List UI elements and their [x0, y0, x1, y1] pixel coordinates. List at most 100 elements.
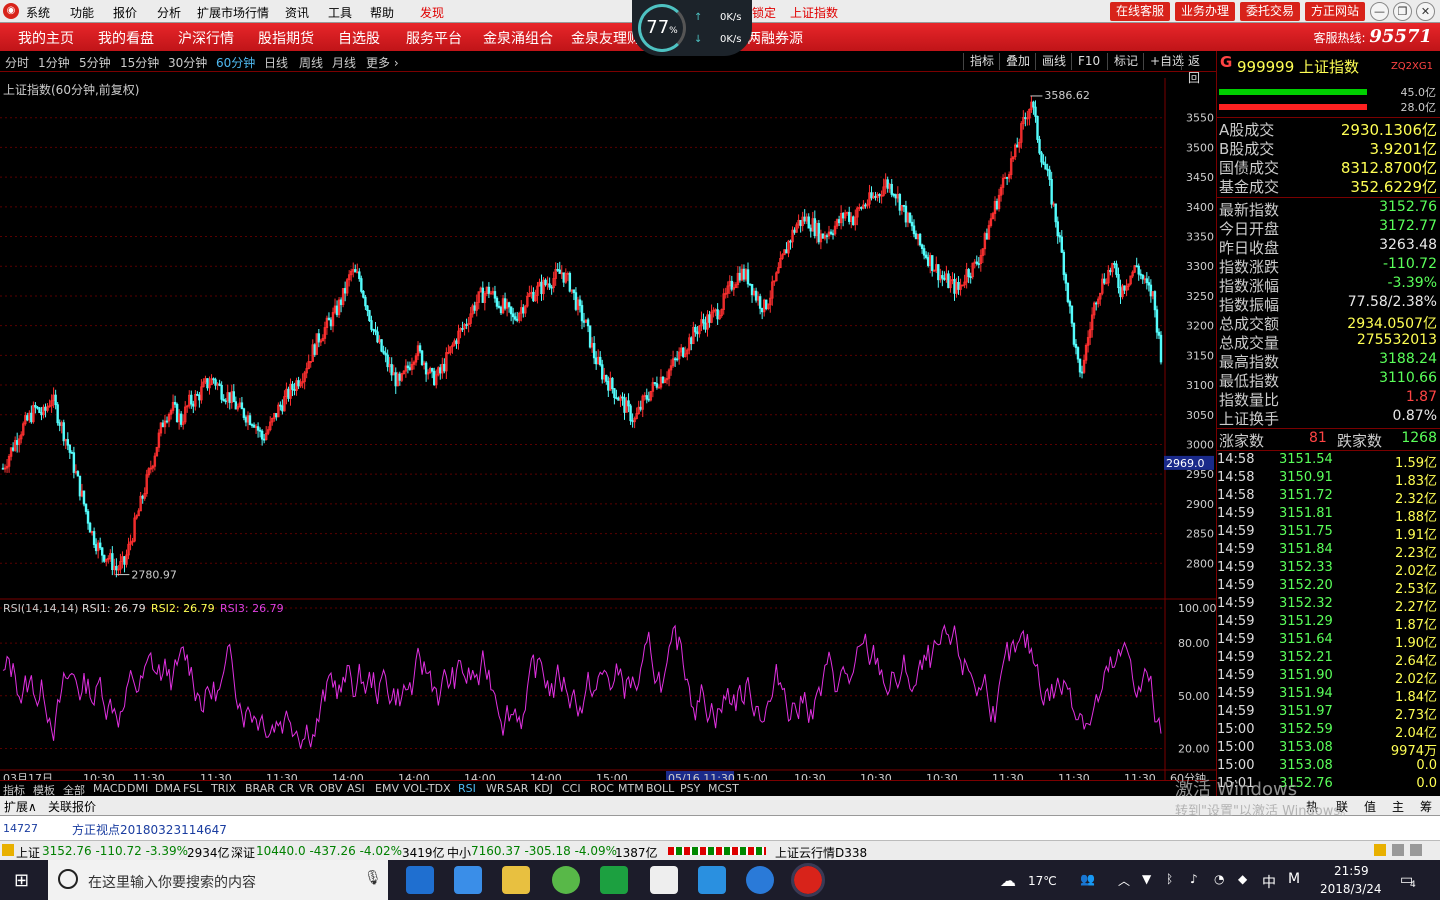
edge-icon[interactable] [406, 866, 434, 894]
tab-value[interactable]: 值 [1364, 798, 1376, 815]
indicator-trix[interactable]: TRIX [211, 782, 236, 795]
tool-mark[interactable]: 标记 [1107, 53, 1144, 70]
nav-service[interactable]: 服务平台 [406, 28, 462, 48]
indicator-cr[interactable]: CR [279, 782, 294, 795]
tick-row[interactable]: 14:59 3151.90 2.02亿 [1217, 668, 1439, 687]
indicator-fsl[interactable]: FSL [183, 782, 202, 795]
tab-chips[interactable]: 筹 [1420, 798, 1432, 815]
clock-date[interactable]: 2018/3/24 [1320, 882, 1382, 896]
tab-main[interactable]: 主 [1392, 798, 1404, 815]
status-icon-2[interactable] [1392, 844, 1404, 856]
status-icon-1[interactable] [1374, 844, 1386, 856]
indicator-dmi[interactable]: DMI [127, 782, 148, 795]
menu-system[interactable]: 系统 [26, 4, 50, 21]
tick-row[interactable]: 14:58 3151.72 2.32亿 [1217, 488, 1439, 507]
menu-function[interactable]: 功能 [70, 4, 94, 21]
security-icon[interactable]: ◆ [1238, 872, 1247, 886]
news-ticker[interactable]: 14727 方正视点20180323114647 [0, 816, 1440, 840]
menu-quote[interactable]: 报价 [113, 4, 137, 21]
app-icon-grid[interactable] [600, 866, 628, 894]
menu-extended-market[interactable]: 扩展市场行情 [197, 4, 269, 21]
ime-indicator[interactable]: 中 [1262, 872, 1276, 892]
sh-index[interactable]: 3152.76 -110.72 -3.39% [42, 844, 188, 858]
period-more[interactable]: 更多 › [366, 54, 399, 71]
ie-icon[interactable] [746, 866, 774, 894]
menu-help[interactable]: 帮助 [370, 4, 394, 21]
tab-related-quotes[interactable]: 关联报价 [48, 798, 96, 815]
network-icon[interactable]: ◔ [1214, 872, 1224, 886]
app-icon-green[interactable] [552, 866, 580, 894]
tool-indicator[interactable]: 指标 [963, 53, 1000, 70]
indicator-vr[interactable]: VR [299, 782, 314, 795]
tick-row[interactable]: 14:59 3151.94 1.84亿 [1217, 686, 1439, 705]
menu-info[interactable]: 资讯 [285, 4, 309, 21]
nav-watch[interactable]: 我的看盘 [98, 28, 154, 48]
microphone-icon[interactable]: 🎙 [364, 870, 382, 886]
trading-app-icon[interactable] [791, 863, 825, 897]
tool-back[interactable]: 返回 [1181, 53, 1216, 85]
indicator-kdj[interactable]: KDJ [534, 782, 553, 795]
shield-icon[interactable]: ▼ [1142, 872, 1151, 886]
tick-row[interactable]: 14:59 3152.21 2.64亿 [1217, 650, 1439, 669]
indicator-voltdx[interactable]: VOL-TDX [403, 782, 451, 795]
period-intraday[interactable]: 分时 [5, 54, 29, 71]
indicator-dma[interactable]: DMA [155, 782, 181, 795]
nav-futures[interactable]: 股指期货 [258, 28, 314, 48]
tick-row[interactable]: 14:59 3151.84 2.23亿 [1217, 542, 1439, 561]
period-15min[interactable]: 15分钟 [120, 54, 159, 71]
period-daily[interactable]: 日线 [264, 54, 288, 71]
business-button[interactable]: 业务办理 [1175, 2, 1235, 21]
weather-icon[interactable]: ☁ [1000, 871, 1016, 890]
nav-margin[interactable]: 两融券源 [747, 28, 803, 48]
taskbar-search[interactable]: 在这里输入你要搜索的内容 🎙 [48, 860, 388, 900]
people-icon[interactable]: 👥 [1080, 872, 1095, 886]
indicator-sar[interactable]: SAR [506, 782, 528, 795]
tick-row[interactable]: 14:59 3151.97 2.73亿 [1217, 704, 1439, 723]
nav-sh-sz-quotes[interactable]: 沪深行情 [178, 28, 234, 48]
explorer-icon[interactable] [502, 866, 530, 894]
tool-overlay[interactable]: 叠加 [999, 53, 1036, 70]
indicator-brar[interactable]: BRAR [245, 782, 275, 795]
indicator-psy[interactable]: PSY [680, 782, 700, 795]
indicator-mcst[interactable]: MCST [708, 782, 739, 795]
period-60min[interactable]: 60分钟 [216, 54, 255, 71]
tick-row[interactable]: 15:00 3153.08 9974万 [1217, 740, 1439, 759]
indicator-roc[interactable]: ROC [590, 782, 614, 795]
period-1min[interactable]: 1分钟 [38, 54, 70, 71]
indicator-rsi[interactable]: RSI [458, 782, 476, 795]
sz-index[interactable]: 10440.0 -437.26 -4.02% [256, 844, 402, 858]
menu-discover[interactable]: 发现 [420, 4, 444, 21]
online-service-button[interactable]: 在线客服 [1110, 2, 1170, 21]
network-speed-widget[interactable]: 77% ↑ 0K/s ↓ 0K/s [632, 0, 752, 56]
nav-watchlist[interactable]: 自选股 [338, 28, 380, 48]
status-icon-3[interactable] [1410, 844, 1422, 856]
store-icon[interactable] [454, 866, 482, 894]
period-monthly[interactable]: 月线 [332, 54, 356, 71]
indicator-emv[interactable]: EMV [375, 782, 399, 795]
minimize-icon[interactable]: — [1370, 2, 1389, 21]
nav-home[interactable]: 我的主页 [18, 28, 74, 48]
weather-temp[interactable]: 17℃ [1028, 874, 1057, 888]
tick-row[interactable]: 14:58 3150.91 1.83亿 [1217, 470, 1439, 489]
tick-row[interactable]: 14:58 3151.54 1.59亿 [1217, 452, 1439, 471]
mail-icon[interactable] [650, 866, 678, 894]
menu-tools[interactable]: 工具 [328, 4, 352, 21]
nav-wealth[interactable]: 金泉友理财 [571, 28, 641, 48]
close-icon[interactable]: ✕ [1416, 2, 1435, 21]
indicator-wr[interactable]: WR [486, 782, 505, 795]
indicator-mtm[interactable]: MTM [618, 782, 644, 795]
indicator-asi[interactable]: ASI [347, 782, 365, 795]
tick-row[interactable]: 14:59 3151.81 1.88亿 [1217, 506, 1439, 525]
candlestick-chart[interactable]: 上证指数(60分钟,前复权) 3550350034503400335033003… [0, 72, 1216, 792]
indicator-cci[interactable]: CCI [562, 782, 581, 795]
tray-chevron-icon[interactable]: ︿ [1118, 872, 1130, 889]
period-30min[interactable]: 30分钟 [168, 54, 207, 71]
media-player-icon[interactable] [698, 866, 726, 894]
tick-row[interactable]: 14:59 3152.33 2.02亿 [1217, 560, 1439, 579]
period-5min[interactable]: 5分钟 [79, 54, 111, 71]
clock-time[interactable]: 21:59 [1334, 864, 1369, 878]
cloud-quote[interactable]: 上证云行情D338 [775, 844, 867, 861]
news-text[interactable]: 方正视点20180323114647 [72, 821, 227, 838]
period-weekly[interactable]: 周线 [299, 54, 323, 71]
tick-row[interactable]: 15:00 3153.08 0.0 [1217, 758, 1439, 776]
